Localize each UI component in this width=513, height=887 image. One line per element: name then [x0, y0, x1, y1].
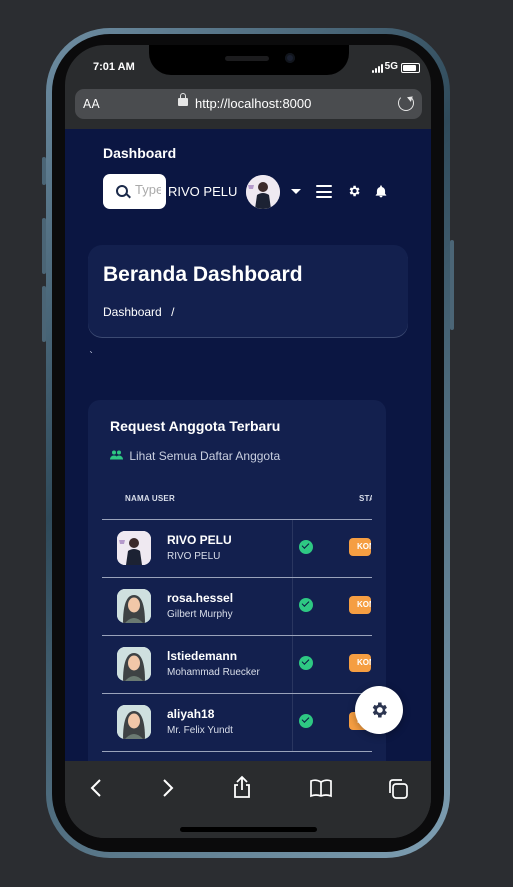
avatar[interactable]: [246, 175, 280, 209]
confirm-button[interactable]: KONFIRMASI: [349, 596, 371, 614]
table-row-partial: [102, 751, 372, 761]
check-circle-icon: [299, 598, 313, 612]
bell-icon[interactable]: [374, 184, 388, 203]
network-type: 5G: [384, 61, 398, 72]
breadcrumb: Dashboard /: [103, 305, 174, 319]
gear-icon[interactable]: [347, 184, 361, 201]
browser-toolbar: [65, 761, 431, 838]
navbar-brand[interactable]: Dashboard: [103, 145, 176, 161]
row-fullname: Mohammad Ruecker: [167, 667, 260, 678]
stray-backtick: `: [89, 351, 94, 362]
reader-aa-button[interactable]: AA: [83, 97, 100, 111]
url-text[interactable]: http://localhost:8000: [195, 96, 311, 111]
power-button: [450, 240, 454, 330]
chevron-down-icon[interactable]: [291, 189, 301, 199]
status-bar: 7:01 AM 5G: [65, 45, 431, 89]
row-fullname: Mr. Felix Yundt: [167, 725, 233, 736]
view-all-members-link[interactable]: Lihat Semua Daftar Anggota: [110, 449, 280, 463]
user-avatar: [117, 589, 151, 623]
address-bar[interactable]: AA http://localhost:8000: [75, 89, 422, 119]
table-row: RIVO PELU RIVO PELU KONFIRMASI: [102, 519, 372, 577]
front-camera: [285, 53, 295, 63]
row-fullname: RIVO PELU: [167, 551, 221, 562]
check-circle-icon: [299, 656, 313, 670]
user-avatar: [117, 531, 151, 565]
search-input[interactable]: [135, 182, 161, 197]
user-avatar: [117, 705, 151, 739]
check-circle-icon: [299, 714, 313, 728]
table-row: aliyah18 Mr. Felix Yundt KONFIRMASI: [102, 693, 372, 751]
notch: [149, 45, 349, 75]
search-box[interactable]: [103, 174, 166, 209]
page-title: Beranda Dashboard: [103, 263, 303, 286]
share-icon[interactable]: [232, 775, 252, 799]
reload-icon[interactable]: [398, 95, 414, 111]
table-row: rosa.hessel Gilbert Murphy KONFIRMASI: [102, 577, 372, 635]
view-all-members-label: Lihat Semua Daftar Anggota: [129, 449, 281, 463]
web-page: Dashboard RIVO PELU Beranda Dashboard D: [65, 129, 431, 761]
bookmarks-icon[interactable]: [309, 778, 333, 798]
signal-icon: [372, 64, 383, 73]
page-header-card: Beranda Dashboard Dashboard /: [88, 245, 408, 337]
user-avatar: [117, 647, 151, 681]
user-name[interactable]: RIVO PELU: [168, 184, 237, 199]
confirm-button[interactable]: KONFIRMASI: [349, 654, 371, 672]
member-requests-card: Request Anggota Terbaru Lihat Semua Daft…: [88, 400, 386, 761]
card-title: Request Anggota Terbaru: [110, 418, 281, 434]
row-username: aliyah18: [167, 707, 215, 721]
row-username: RIVO PELU: [167, 533, 232, 547]
tabs-icon[interactable]: [387, 778, 409, 800]
home-indicator: [180, 827, 317, 832]
breadcrumb-dashboard-link[interactable]: Dashboard: [103, 305, 162, 319]
status-time: 7:01 AM: [93, 61, 135, 73]
battery-icon: [401, 63, 420, 73]
settings-fab[interactable]: [355, 686, 403, 734]
row-username: rosa.hessel: [167, 591, 234, 605]
back-icon[interactable]: [89, 778, 103, 798]
column-header-name: NAMA USER: [125, 494, 175, 503]
confirm-button[interactable]: KONFIRMASI: [349, 538, 371, 556]
speaker-grille: [225, 56, 269, 61]
forward-icon[interactable]: [161, 778, 175, 798]
table-row: lstiedemann Mohammad Ruecker KONFIRMASI: [102, 635, 372, 693]
breadcrumb-separator: /: [171, 305, 175, 319]
check-circle-icon: [299, 540, 313, 554]
column-header-status: STATUS: [359, 494, 372, 503]
requests-table: RIVO PELU RIVO PELU KONFIRMASI: [102, 519, 372, 761]
menu-icon[interactable]: [316, 185, 332, 202]
row-username: lstiedemann: [167, 649, 238, 663]
search-icon: [116, 185, 128, 197]
gear-icon: [372, 702, 387, 718]
lock-icon: [178, 93, 188, 106]
row-fullname: Gilbert Murphy: [167, 609, 233, 620]
users-icon: [110, 449, 126, 463]
phone-screen: 7:01 AM 5G AA http://localhost:8000 Dash…: [65, 45, 431, 838]
